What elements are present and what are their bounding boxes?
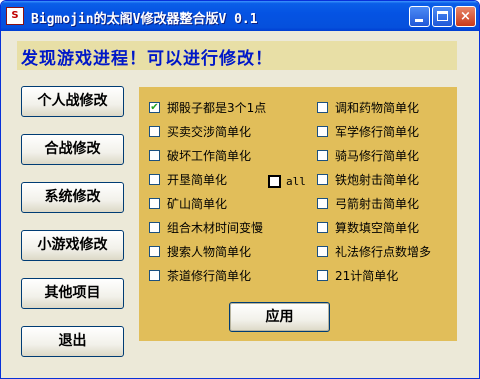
strategy-checkbox[interactable]	[317, 126, 328, 137]
gun-checkbox[interactable]	[317, 174, 328, 185]
mine-checkbox[interactable]	[149, 198, 160, 209]
archery-checkbox[interactable]	[317, 198, 328, 209]
option-label: 破坏工作简单化	[167, 149, 252, 163]
option-label: 矿山简单化	[167, 197, 228, 211]
option-label: 买卖交涉简单化	[167, 125, 252, 139]
option-label: 茶道修行简单化	[167, 269, 252, 283]
trade-checkbox[interactable]	[149, 126, 160, 137]
medicine-checkbox[interactable]	[317, 102, 328, 113]
app-window: S Bigmojin的太阁V修改器整合版V 0.1 × 发现游戏进程！可以进行修…	[0, 0, 480, 379]
option-label: 弓箭射击简单化	[335, 197, 420, 211]
all-checkbox[interactable]	[268, 175, 281, 188]
exit-button[interactable]: 退出	[21, 326, 124, 357]
option-label: 礼法修行点数增多	[335, 245, 432, 259]
personal-battle-button[interactable]: 个人战修改	[21, 86, 124, 117]
search-checkbox[interactable]	[149, 246, 160, 257]
maximize-button[interactable]	[432, 6, 453, 27]
minimize-icon	[415, 19, 423, 22]
twentyone-checkbox[interactable]	[317, 270, 328, 281]
system-button[interactable]: 系统修改	[21, 182, 124, 213]
minimize-button[interactable]	[409, 6, 430, 27]
arithmetic-checkbox[interactable]	[317, 222, 328, 233]
close-icon: ×	[460, 9, 471, 24]
tea-checkbox[interactable]	[149, 270, 160, 281]
option-label: 铁炮射击简单化	[335, 173, 420, 187]
battle-button[interactable]: 合战修改	[21, 134, 124, 165]
app-icon[interactable]: S	[6, 7, 24, 25]
option-label: 骑马修行简单化	[335, 149, 420, 163]
cultivate-checkbox[interactable]	[149, 174, 160, 185]
all-label: all	[286, 175, 306, 188]
option-label: 调和药物简单化	[335, 101, 420, 115]
status-banner: 发现游戏进程！可以进行修改！	[17, 41, 457, 70]
option-label: 21计简单化	[335, 269, 399, 283]
other-items-button[interactable]: 其他项目	[21, 278, 124, 309]
dice-checkbox[interactable]: ✔	[149, 102, 160, 113]
etiquette-checkbox[interactable]	[317, 246, 328, 257]
window-title: Bigmojin的太阁V修改器整合版V 0.1	[31, 12, 258, 27]
option-label: 开垦简单化	[167, 173, 228, 187]
option-label: 组合木材时间变慢	[167, 221, 264, 235]
minigame-button[interactable]: 小游戏修改	[21, 230, 124, 261]
status-message: 发现游戏进程！可以进行修改！	[21, 49, 273, 69]
sabotage-checkbox[interactable]	[149, 150, 160, 161]
timber-checkbox[interactable]	[149, 222, 160, 233]
maximize-icon	[437, 11, 448, 21]
option-label: 军学修行简单化	[335, 125, 420, 139]
title-bar[interactable]: S Bigmojin的太阁V修改器整合版V 0.1 ×	[1, 1, 479, 31]
apply-button[interactable]: 应用	[229, 302, 330, 332]
option-label: 搜索人物简单化	[167, 245, 252, 259]
option-label: 算数填空简单化	[335, 221, 420, 235]
close-button[interactable]: ×	[455, 6, 476, 27]
riding-checkbox[interactable]	[317, 150, 328, 161]
option-label: 掷骰子都是3个1点	[167, 101, 267, 115]
